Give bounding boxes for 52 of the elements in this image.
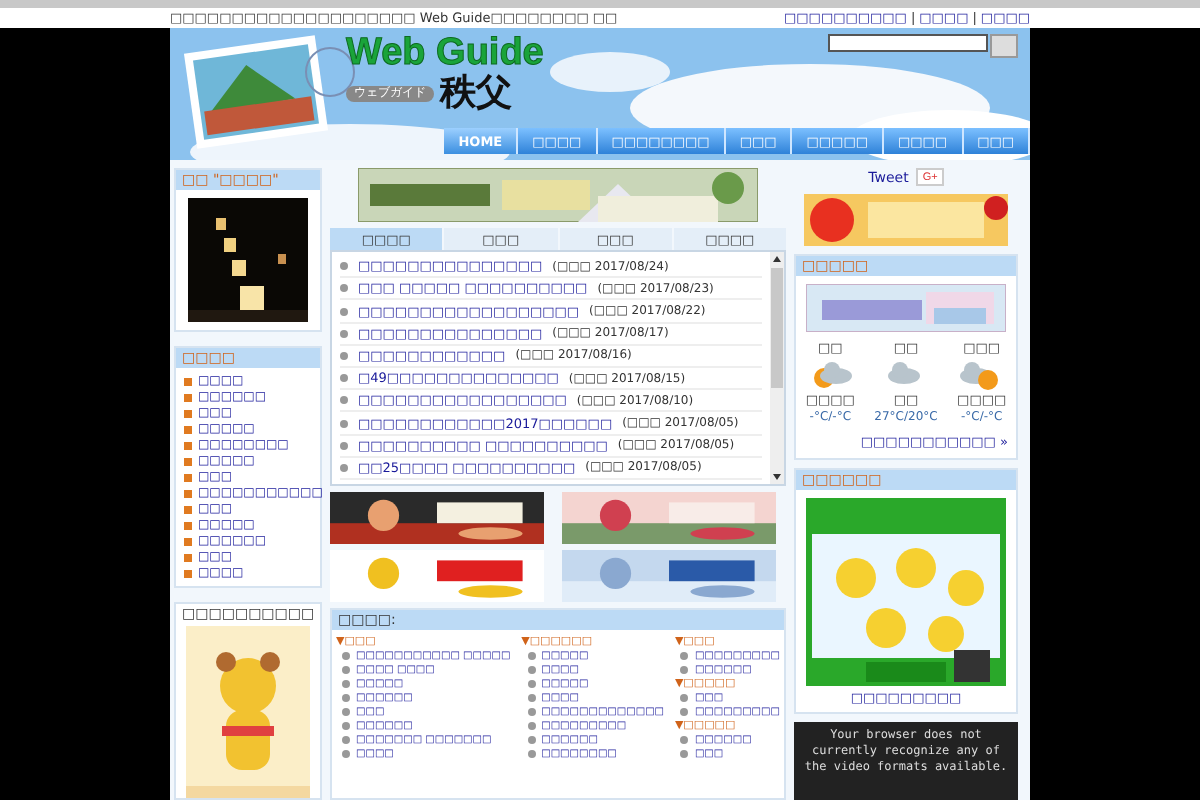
bullet-icon (184, 457, 192, 465)
bullet-icon (527, 750, 536, 758)
bullet-icon (527, 708, 536, 716)
bullet-icon (342, 680, 350, 688)
bullet-icon (527, 722, 536, 730)
scrollbar[interactable] (770, 252, 784, 484)
bullet-icon (184, 441, 192, 449)
bullet-icon (184, 473, 192, 481)
bullet-icon (342, 694, 350, 702)
sun-cloud-icon (959, 358, 1004, 390)
search-field[interactable] (828, 34, 988, 52)
bullet-icon (527, 680, 536, 688)
bullet-icon (342, 708, 350, 716)
bullet-icon (680, 694, 689, 702)
bullet-icon (184, 537, 192, 545)
bullet-icon (340, 329, 348, 338)
bullet-icon (527, 652, 536, 660)
bullet-icon (184, 425, 192, 433)
bullet-icon (340, 307, 348, 315)
bullet-icon (184, 553, 192, 561)
bullet-icon (340, 351, 348, 360)
bullet-icon (527, 694, 536, 702)
bullet-icon (340, 262, 348, 271)
bullet-icon (680, 736, 689, 744)
bullet-icon (680, 666, 689, 674)
bullet-icon (340, 374, 348, 383)
bullet-icon (340, 441, 348, 450)
bullet-icon (527, 736, 536, 744)
bullet-icon (340, 284, 348, 293)
bullet-icon (184, 409, 192, 417)
bullet-icon (342, 736, 350, 744)
bullet-icon (184, 521, 192, 529)
bullet-icon (527, 666, 536, 674)
bullet-icon (340, 463, 348, 472)
bullet-icon (342, 750, 350, 758)
bullet-icon (680, 750, 689, 758)
bullet-icon (184, 393, 192, 401)
bullet-icon (184, 569, 192, 577)
bullet-icon (680, 652, 689, 660)
logo-title: Web Guide (346, 34, 544, 74)
bullet-icon (184, 505, 192, 513)
search-button[interactable] (990, 34, 1018, 58)
bullet-icon (342, 652, 350, 660)
bullet-icon (342, 722, 350, 730)
bullet-icon (340, 419, 348, 428)
logo-city: 秩父 (440, 74, 512, 114)
bullet-icon (680, 708, 689, 716)
bullet-icon (342, 666, 350, 674)
bullet-icon (184, 489, 192, 497)
sun-cloud-icon (808, 358, 853, 390)
bullet-icon (184, 377, 192, 385)
bullet-icon (340, 396, 348, 405)
